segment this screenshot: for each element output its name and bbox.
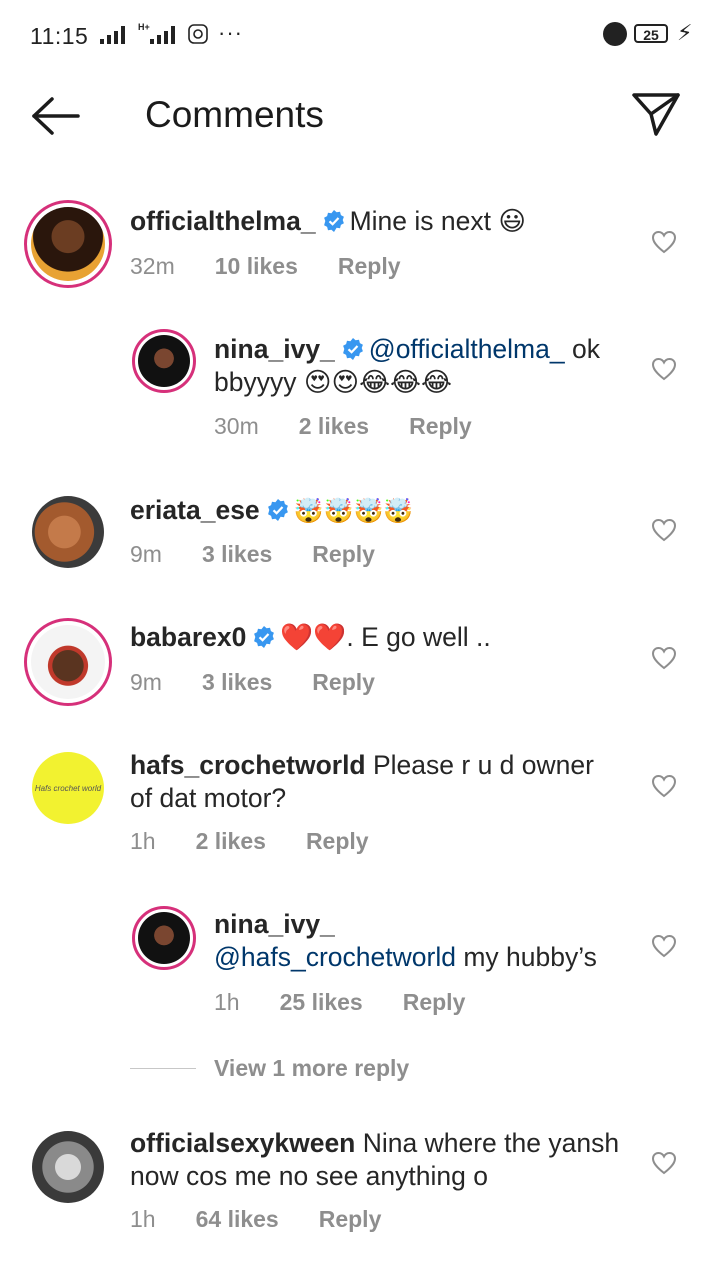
- comment-text: babarex0 ❤️❤️. E go well ..: [130, 621, 491, 654]
- reply-button[interactable]: Reply: [312, 669, 375, 696]
- comment-meta: 9m 3 likes Reply: [130, 541, 415, 568]
- comment-username[interactable]: eriata_ese: [130, 495, 260, 525]
- header: Comments: [0, 70, 720, 160]
- reply-button[interactable]: Reply: [319, 1206, 382, 1233]
- verified-badge-icon: [323, 210, 344, 232]
- comment-username[interactable]: nina_ivy_: [214, 909, 335, 939]
- status-time: 11:15: [30, 23, 89, 49]
- heart-icon[interactable]: [651, 230, 677, 254]
- comment-time: 9m: [130, 669, 162, 695]
- comment-text: hafs_crochetworld Please r u d owner of …: [130, 749, 630, 815]
- comment-body-line2: of dat motor?: [130, 783, 287, 813]
- comment-username[interactable]: nina_ivy_: [214, 334, 335, 364]
- comment-time: 30m: [214, 413, 259, 439]
- view-more-replies[interactable]: View 1 more reply: [130, 1055, 409, 1082]
- heart-icon[interactable]: [651, 646, 677, 670]
- comment-username[interactable]: hafs_crochetworld: [130, 750, 366, 780]
- comment-username[interactable]: babarex0: [130, 622, 246, 652]
- comment-time: 32m: [130, 253, 175, 279]
- comment-text: nina_ivy_ @hafs_crochetworld my hubby’s: [214, 908, 634, 974]
- avatar[interactable]: [32, 496, 104, 568]
- comment-meta: 1h 64 likes Reply: [130, 1206, 421, 1233]
- comment-likes[interactable]: 2 likes: [196, 828, 266, 855]
- heart-icon[interactable]: [651, 357, 677, 381]
- comment-meta: 1h 2 likes Reply: [130, 828, 409, 855]
- comment-body: Nina where the yansh: [355, 1128, 620, 1158]
- arrow-left-icon[interactable]: [30, 95, 82, 137]
- comment-body: ok: [564, 334, 600, 364]
- heart-icon[interactable]: [651, 774, 677, 798]
- comment-likes[interactable]: 64 likes: [196, 1206, 279, 1233]
- comment-time: 1h: [130, 828, 156, 854]
- comment-meta: 30m 2 likes Reply: [214, 413, 512, 440]
- heart-icon[interactable]: [651, 934, 677, 958]
- comment-likes[interactable]: 3 likes: [202, 669, 272, 696]
- avatar[interactable]: [132, 906, 196, 970]
- verified-badge-icon: [267, 499, 288, 521]
- comment-body: Mine is next 😃: [349, 206, 526, 236]
- avatar[interactable]: [132, 329, 196, 393]
- comment-time: 1h: [214, 989, 240, 1015]
- signal-icon-2: [150, 26, 175, 44]
- view-more-replies-label[interactable]: View 1 more reply: [214, 1055, 409, 1082]
- mention-link[interactable]: @hafs_crochetworld: [214, 942, 456, 972]
- comment-likes[interactable]: 3 likes: [202, 541, 272, 568]
- comment-likes[interactable]: 2 likes: [299, 413, 369, 440]
- reply-button[interactable]: Reply: [306, 828, 369, 855]
- verified-badge-icon: [342, 338, 363, 360]
- paper-plane-icon[interactable]: [630, 90, 682, 138]
- comment-body: Please r u d owner: [365, 750, 594, 780]
- comment-time: 1h: [130, 1206, 156, 1232]
- signal-icon: [100, 26, 125, 44]
- comment-text: officialsexykween Nina where the yansh n…: [130, 1127, 650, 1193]
- comment-likes[interactable]: 25 likes: [280, 989, 363, 1016]
- mention-link[interactable]: @officialthelma_: [369, 334, 565, 364]
- comment-text: eriata_ese 🤯🤯🤯🤯: [130, 494, 413, 528]
- avatar[interactable]: [32, 1131, 104, 1203]
- comment-body: ❤️❤️. E go well ..: [280, 622, 491, 652]
- comment-body-line2: bbyyyy 😍😍😂😂😂: [214, 367, 452, 397]
- comment-body: my hubby’s: [455, 942, 597, 972]
- reply-button[interactable]: Reply: [312, 541, 375, 568]
- comment-meta: 32m 10 likes Reply: [130, 253, 441, 280]
- page-title: Comments: [145, 94, 324, 135]
- comment-username[interactable]: officialthelma_: [130, 206, 316, 236]
- divider-line: [130, 1068, 196, 1069]
- reply-button[interactable]: Reply: [403, 989, 466, 1016]
- comment-text: nina_ivy_ @officialthelma_ ok bbyyyy 😍😍😂😂…: [214, 333, 634, 399]
- avatar-logo-text: Hafs crochet world: [34, 783, 102, 793]
- more-notifications-icon: ···: [218, 20, 243, 45]
- status-bar: 11:15 H+ ··· 25 ⚡: [0, 0, 720, 70]
- comment-body-line2: now cos me no see anything o: [130, 1161, 488, 1191]
- comment-meta: 1h 25 likes Reply: [214, 989, 505, 1016]
- comment-username[interactable]: officialsexykween: [130, 1128, 355, 1158]
- avatar[interactable]: [24, 200, 112, 288]
- battery-icon: 25: [634, 24, 668, 43]
- comment-text: officialthelma_ Mine is next 😃: [130, 205, 526, 238]
- heart-icon[interactable]: [651, 518, 677, 542]
- charging-icon: ⚡: [677, 20, 693, 45]
- app-notification-icon: [188, 24, 208, 44]
- avatar[interactable]: [24, 618, 112, 706]
- comment-meta: 9m 3 likes Reply: [130, 669, 415, 696]
- reply-button[interactable]: Reply: [409, 413, 472, 440]
- alarm-icon: [603, 22, 627, 46]
- comment-time: 9m: [130, 541, 162, 567]
- verified-badge-icon: [254, 626, 275, 648]
- reply-button[interactable]: Reply: [338, 253, 401, 280]
- avatar[interactable]: Hafs crochet world: [32, 752, 104, 824]
- network-type-label: H+: [138, 22, 150, 32]
- heart-icon[interactable]: [651, 1151, 677, 1175]
- comment-body: 🤯🤯🤯🤯: [293, 497, 414, 525]
- comment-likes[interactable]: 10 likes: [215, 253, 298, 280]
